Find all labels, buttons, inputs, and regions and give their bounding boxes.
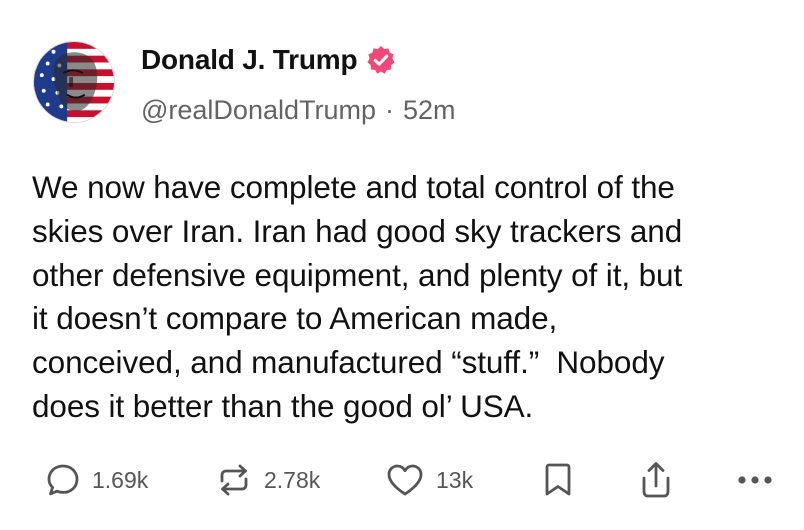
post-body-line: We now have complete and total control o…	[32, 169, 675, 205]
share-button[interactable]	[638, 455, 674, 505]
heart-icon	[387, 464, 423, 496]
more-options-button[interactable]	[735, 455, 775, 505]
repost-arrows-icon	[220, 464, 248, 496]
bookmark-icon	[545, 463, 571, 496]
share-upload-icon	[642, 462, 670, 498]
bookmark-button[interactable]	[540, 455, 576, 505]
post-body-line: skies over Iran. Iran had good sky track…	[32, 212, 683, 249]
flag-face-avatar-image	[34, 42, 114, 122]
author-display-name[interactable]: Donald J. Trump	[141, 44, 358, 76]
author-name-row: Donald J. Trump	[141, 42, 397, 78]
like-button[interactable]: 13k	[384, 455, 473, 505]
reply-button[interactable]: 1.69k	[44, 455, 148, 505]
post-body-line: does it better than the good ol’ USA.	[32, 387, 534, 424]
repost-count: 2.78k	[264, 466, 321, 493]
avatar[interactable]	[33, 41, 115, 123]
meta-separator: ·	[385, 94, 394, 125]
post-body: We now have complete and total control o…	[32, 166, 792, 429]
verified-badge-icon	[365, 44, 397, 76]
author-meta-row: @realDonaldTrump · 52m	[141, 92, 456, 128]
ellipsis-icon	[738, 476, 772, 484]
repost-button[interactable]: 2.78k	[214, 455, 320, 505]
like-count: 13k	[436, 466, 474, 493]
post-body-line: conceived, and manufactured “stuff.” Nob…	[32, 344, 665, 381]
post-body-line: other defensive equipment, and plenty of…	[32, 256, 683, 293]
author-handle[interactable]: @realDonaldTrump	[141, 95, 376, 126]
speech-bubble-icon	[47, 464, 79, 496]
post-card: Donald J. Trump @realDonaldTrump · 52m W…	[0, 0, 804, 530]
reply-count: 1.69k	[92, 466, 149, 493]
post-timestamp[interactable]: 52m	[403, 95, 456, 126]
action-bar: 1.69k 2.78k 13k	[0, 455, 804, 505]
post-body-line: it doesn’t compare to American made,	[32, 300, 558, 337]
